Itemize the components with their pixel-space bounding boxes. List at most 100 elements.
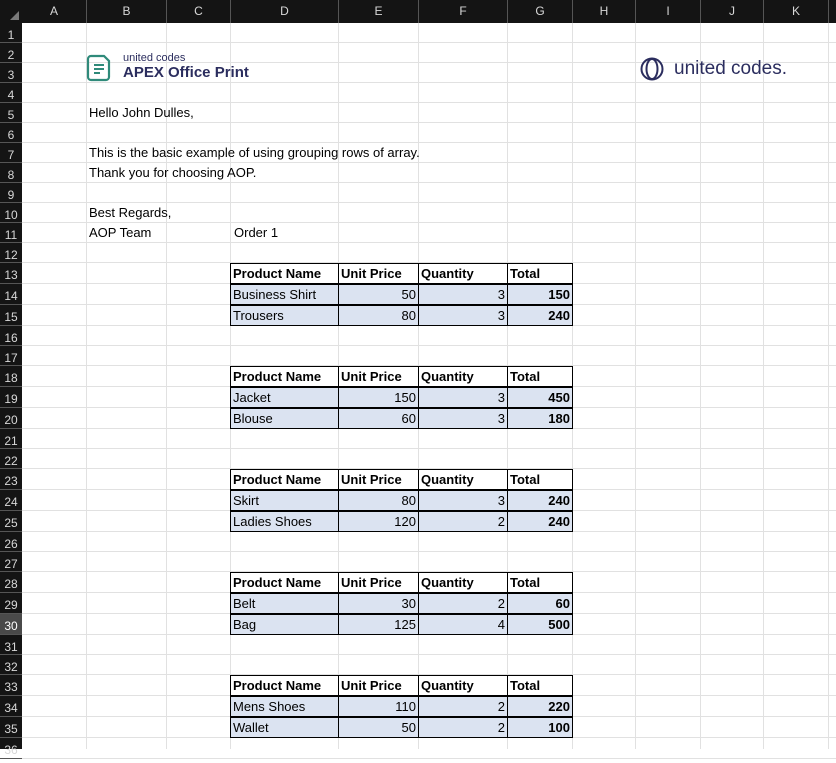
table-cell-product[interactable]: Wallet — [230, 717, 339, 738]
row-header-12[interactable]: 12 — [0, 243, 22, 263]
row-header-21[interactable]: 21 — [0, 429, 22, 449]
table-cell-total[interactable]: 60 — [507, 593, 573, 614]
row-header-5[interactable]: 5 — [0, 103, 22, 123]
table-header-total[interactable]: Total — [507, 572, 573, 593]
table-header-price[interactable]: Unit Price — [338, 263, 419, 284]
table-cell-total[interactable]: 180 — [507, 408, 573, 429]
row-header-30[interactable]: 30 — [0, 614, 22, 635]
table-cell-total[interactable]: 450 — [507, 387, 573, 408]
table-cell-qty[interactable]: 3 — [418, 305, 508, 326]
table-cell-product[interactable]: Ladies Shoes — [230, 511, 339, 532]
table-cell-total[interactable]: 240 — [507, 490, 573, 511]
column-header-j[interactable]: J — [701, 0, 764, 23]
row-header-15[interactable]: 15 — [0, 305, 22, 326]
table-cell-product[interactable]: Belt — [230, 593, 339, 614]
table-cell-price[interactable]: 125 — [338, 614, 419, 635]
table-cell-total[interactable]: 500 — [507, 614, 573, 635]
table-header-product[interactable]: Product Name — [230, 263, 339, 284]
row-header-9[interactable]: 9 — [0, 183, 22, 203]
table-header-total[interactable]: Total — [507, 263, 573, 284]
column-header-a[interactable]: A — [22, 0, 87, 23]
table-header-qty[interactable]: Quantity — [418, 572, 508, 593]
table-header-total[interactable]: Total — [507, 469, 573, 490]
table-cell-price[interactable]: 120 — [338, 511, 419, 532]
table-cell-qty[interactable]: 3 — [418, 490, 508, 511]
table-cell-qty[interactable]: 2 — [418, 717, 508, 738]
row-header-22[interactable]: 22 — [0, 449, 22, 469]
table-cell-total[interactable]: 150 — [507, 284, 573, 305]
table-cell-product[interactable]: Business Shirt — [230, 284, 339, 305]
row-header-11[interactable]: 11 — [0, 223, 22, 243]
row-header-34[interactable]: 34 — [0, 696, 22, 717]
table-cell-price[interactable]: 60 — [338, 408, 419, 429]
table-header-qty[interactable]: Quantity — [418, 366, 508, 387]
row-header-26[interactable]: 26 — [0, 532, 22, 552]
table-cell-product[interactable]: Bag — [230, 614, 339, 635]
row-header-33[interactable]: 33 — [0, 675, 22, 696]
row-header-31[interactable]: 31 — [0, 635, 22, 655]
row-header-32[interactable]: 32 — [0, 655, 22, 675]
row-header-14[interactable]: 14 — [0, 284, 22, 305]
table-header-product[interactable]: Product Name — [230, 572, 339, 593]
table-cell-price[interactable]: 50 — [338, 284, 419, 305]
table-header-price[interactable]: Unit Price — [338, 675, 419, 696]
row-header-6[interactable]: 6 — [0, 123, 22, 143]
row-header-35[interactable]: 35 — [0, 717, 22, 738]
table-header-price[interactable]: Unit Price — [338, 572, 419, 593]
table-cell-product[interactable]: Skirt — [230, 490, 339, 511]
table-header-price[interactable]: Unit Price — [338, 366, 419, 387]
table-cell-price[interactable]: 30 — [338, 593, 419, 614]
row-header-1[interactable]: 1 — [0, 23, 22, 43]
row-header-16[interactable]: 16 — [0, 326, 22, 346]
row-header-19[interactable]: 19 — [0, 387, 22, 408]
row-header-27[interactable]: 27 — [0, 552, 22, 572]
column-header-i[interactable]: I — [636, 0, 701, 23]
table-header-price[interactable]: Unit Price — [338, 469, 419, 490]
table-header-product[interactable]: Product Name — [230, 469, 339, 490]
row-header-8[interactable]: 8 — [0, 163, 22, 183]
table-header-qty[interactable]: Quantity — [418, 469, 508, 490]
table-cell-qty[interactable]: 3 — [418, 284, 508, 305]
table-header-total[interactable]: Total — [507, 366, 573, 387]
row-header-13[interactable]: 13 — [0, 263, 22, 284]
table-cell-price[interactable]: 50 — [338, 717, 419, 738]
table-cell-total[interactable]: 240 — [507, 511, 573, 532]
row-header-2[interactable]: 2 — [0, 43, 22, 63]
row-header-7[interactable]: 7 — [0, 143, 22, 163]
row-header-3[interactable]: 3 — [0, 63, 22, 83]
row-header-18[interactable]: 18 — [0, 366, 22, 387]
table-header-product[interactable]: Product Name — [230, 366, 339, 387]
table-cell-price[interactable]: 80 — [338, 305, 419, 326]
table-cell-total[interactable]: 240 — [507, 305, 573, 326]
column-header-g[interactable]: G — [508, 0, 573, 23]
column-header-c[interactable]: C — [167, 0, 231, 23]
table-cell-qty[interactable]: 2 — [418, 593, 508, 614]
column-header-k[interactable]: K — [764, 0, 829, 23]
table-cell-qty[interactable]: 4 — [418, 614, 508, 635]
row-header-28[interactable]: 28 — [0, 572, 22, 593]
column-header-h[interactable]: H — [573, 0, 636, 23]
table-header-qty[interactable]: Quantity — [418, 675, 508, 696]
row-header-10[interactable]: 10 — [0, 203, 22, 223]
column-header-e[interactable]: E — [339, 0, 419, 23]
column-header-f[interactable]: F — [419, 0, 508, 23]
table-cell-total[interactable]: 220 — [507, 696, 573, 717]
table-cell-product[interactable]: Trousers — [230, 305, 339, 326]
row-header-24[interactable]: 24 — [0, 490, 22, 511]
table-cell-product[interactable]: Jacket — [230, 387, 339, 408]
select-all-corner[interactable] — [0, 0, 22, 23]
table-cell-total[interactable]: 100 — [507, 717, 573, 738]
table-cell-qty[interactable]: 2 — [418, 696, 508, 717]
table-cell-price[interactable]: 80 — [338, 490, 419, 511]
column-header-d[interactable]: D — [231, 0, 339, 23]
column-header-b[interactable]: B — [87, 0, 167, 23]
table-header-qty[interactable]: Quantity — [418, 263, 508, 284]
table-cell-qty[interactable]: 3 — [418, 408, 508, 429]
table-header-product[interactable]: Product Name — [230, 675, 339, 696]
table-cell-product[interactable]: Blouse — [230, 408, 339, 429]
table-cell-price[interactable]: 110 — [338, 696, 419, 717]
row-header-17[interactable]: 17 — [0, 346, 22, 366]
table-header-total[interactable]: Total — [507, 675, 573, 696]
table-cell-qty[interactable]: 3 — [418, 387, 508, 408]
row-header-25[interactable]: 25 — [0, 511, 22, 532]
